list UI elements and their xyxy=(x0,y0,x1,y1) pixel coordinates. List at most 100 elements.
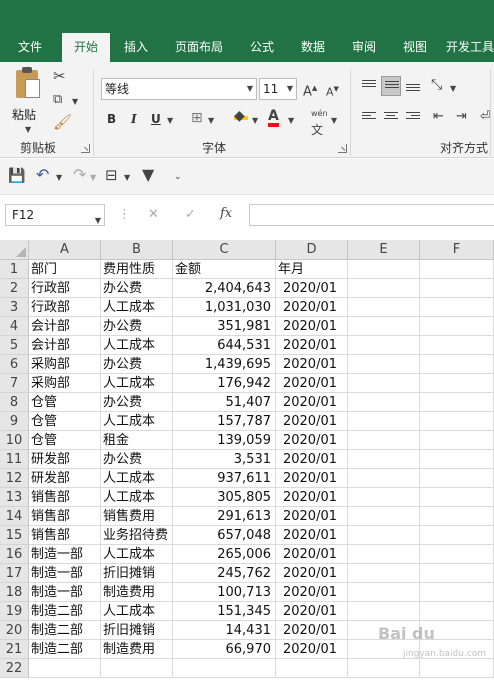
orientation-icon[interactable]: ⤡ xyxy=(431,77,442,93)
cell-b20[interactable]: 折旧摊销 xyxy=(101,621,173,640)
tab-developer[interactable]: 开发工具 xyxy=(446,33,494,62)
cell-a5[interactable]: 会计部 xyxy=(29,336,101,355)
row-header[interactable]: 4 xyxy=(0,317,29,336)
cell-d2[interactable]: 2020/01 xyxy=(276,279,348,298)
underline-button[interactable]: U xyxy=(151,111,161,127)
format-painter-icon[interactable]: 🖌 xyxy=(53,114,72,130)
align-right-button[interactable] xyxy=(403,108,423,128)
font-color-icon[interactable]: A xyxy=(268,108,279,127)
cell-b18[interactable]: 制造费用 xyxy=(101,583,173,602)
copy-icon[interactable]: ⧉ xyxy=(53,92,62,108)
cell-d22[interactable] xyxy=(276,659,348,678)
cell-b15[interactable]: 业务招待费 xyxy=(101,526,173,545)
cell-e13[interactable] xyxy=(348,488,420,507)
cell-c16[interactable]: 265,006 xyxy=(173,545,276,564)
cell-b13[interactable]: 人工成本 xyxy=(101,488,173,507)
row-header[interactable]: 8 xyxy=(0,393,29,412)
tab-file[interactable]: 文件 xyxy=(8,33,52,62)
align-left-button[interactable] xyxy=(359,108,379,128)
cell-c2[interactable]: 2,404,643 xyxy=(173,279,276,298)
cell-a19[interactable]: 制造二部 xyxy=(29,602,101,621)
cell-e14[interactable] xyxy=(348,507,420,526)
cell-b16[interactable]: 人工成本 xyxy=(101,545,173,564)
cell-c10[interactable]: 139,059 xyxy=(173,431,276,450)
save-icon[interactable]: 💾 xyxy=(8,168,25,184)
cell-e4[interactable] xyxy=(348,317,420,336)
underline-dropdown-icon[interactable]: ▼ xyxy=(167,113,173,129)
cell-e19[interactable] xyxy=(348,602,420,621)
cell-f8[interactable] xyxy=(420,393,494,412)
cell-d3[interactable]: 2020/01 xyxy=(276,298,348,317)
align-top-button[interactable] xyxy=(359,76,379,96)
cell-b10[interactable]: 租金 xyxy=(101,431,173,450)
column-header-e[interactable]: E xyxy=(348,240,420,260)
cell-f14[interactable] xyxy=(420,507,494,526)
cell-b22[interactable] xyxy=(101,659,173,678)
cell-e9[interactable] xyxy=(348,412,420,431)
customize-qat-icon[interactable]: ⌄ xyxy=(174,169,182,185)
tab-review[interactable]: 审阅 xyxy=(344,33,384,62)
cell-f1[interactable] xyxy=(420,260,494,279)
column-header-b[interactable]: B xyxy=(101,240,173,260)
cell-f6[interactable] xyxy=(420,355,494,374)
cell-b2[interactable]: 办公费 xyxy=(101,279,173,298)
cell-c13[interactable]: 305,805 xyxy=(173,488,276,507)
cell-c20[interactable]: 14,431 xyxy=(173,621,276,640)
cell-b14[interactable]: 销售费用 xyxy=(101,507,173,526)
cell-a2[interactable]: 行政部 xyxy=(29,279,101,298)
cell-f4[interactable] xyxy=(420,317,494,336)
row-header[interactable]: 13 xyxy=(0,488,29,507)
cell-a10[interactable]: 仓管 xyxy=(29,431,101,450)
align-center-button[interactable] xyxy=(381,108,401,128)
row-header[interactable]: 18 xyxy=(0,583,29,602)
cell-d20[interactable]: 2020/01 xyxy=(276,621,348,640)
fill-color-dropdown-icon[interactable]: ▼ xyxy=(252,113,258,129)
column-header-f[interactable]: F xyxy=(420,240,494,260)
cell-c1[interactable]: 金额 xyxy=(173,260,276,279)
cell-c17[interactable]: 245,762 xyxy=(173,564,276,583)
cell-d13[interactable]: 2020/01 xyxy=(276,488,348,507)
row-header[interactable]: 20 xyxy=(0,621,29,640)
grow-font-icon[interactable]: A▲ xyxy=(303,80,317,100)
formula-input[interactable] xyxy=(249,204,494,226)
row-header[interactable]: 22 xyxy=(0,659,29,678)
cell-f15[interactable] xyxy=(420,526,494,545)
cell-e7[interactable] xyxy=(348,374,420,393)
cell-a16[interactable]: 制造一部 xyxy=(29,545,101,564)
cell-d15[interactable]: 2020/01 xyxy=(276,526,348,545)
cell-f12[interactable] xyxy=(420,469,494,488)
column-header-a[interactable]: A xyxy=(29,240,101,260)
tab-page-layout[interactable]: 页面布局 xyxy=(168,33,230,62)
cell-c19[interactable]: 151,345 xyxy=(173,602,276,621)
cell-d16[interactable]: 2020/01 xyxy=(276,545,348,564)
cell-c6[interactable]: 1,439,695 xyxy=(173,355,276,374)
insert-function-icon[interactable]: fx xyxy=(220,206,232,222)
cell-c12[interactable]: 937,611 xyxy=(173,469,276,488)
cell-e6[interactable] xyxy=(348,355,420,374)
cell-f5[interactable] xyxy=(420,336,494,355)
filter-icon[interactable]: ▼ xyxy=(142,167,154,183)
cell-f10[interactable] xyxy=(420,431,494,450)
cell-f19[interactable] xyxy=(420,602,494,621)
cell-b7[interactable]: 人工成本 xyxy=(101,374,173,393)
cell-d5[interactable]: 2020/01 xyxy=(276,336,348,355)
paste-button[interactable]: 粘贴 ▼ xyxy=(10,67,50,134)
cell-b11[interactable]: 办公费 xyxy=(101,450,173,469)
cell-d17[interactable]: 2020/01 xyxy=(276,564,348,583)
row-header[interactable]: 1 xyxy=(0,260,29,279)
row-header[interactable]: 2 xyxy=(0,279,29,298)
cell-a3[interactable]: 行政部 xyxy=(29,298,101,317)
cell-d6[interactable]: 2020/01 xyxy=(276,355,348,374)
cell-e2[interactable] xyxy=(348,279,420,298)
row-header[interactable]: 19 xyxy=(0,602,29,621)
name-box[interactable]: F12 ▼ xyxy=(5,204,105,226)
cell-f11[interactable] xyxy=(420,450,494,469)
row-header[interactable]: 3 xyxy=(0,298,29,317)
cell-a7[interactable]: 采购部 xyxy=(29,374,101,393)
cell-f2[interactable] xyxy=(420,279,494,298)
cell-c14[interactable]: 291,613 xyxy=(173,507,276,526)
row-header[interactable]: 6 xyxy=(0,355,29,374)
cell-e1[interactable] xyxy=(348,260,420,279)
tab-data[interactable]: 数据 xyxy=(293,33,333,62)
redo-dropdown-icon[interactable]: ▼ xyxy=(90,170,96,186)
